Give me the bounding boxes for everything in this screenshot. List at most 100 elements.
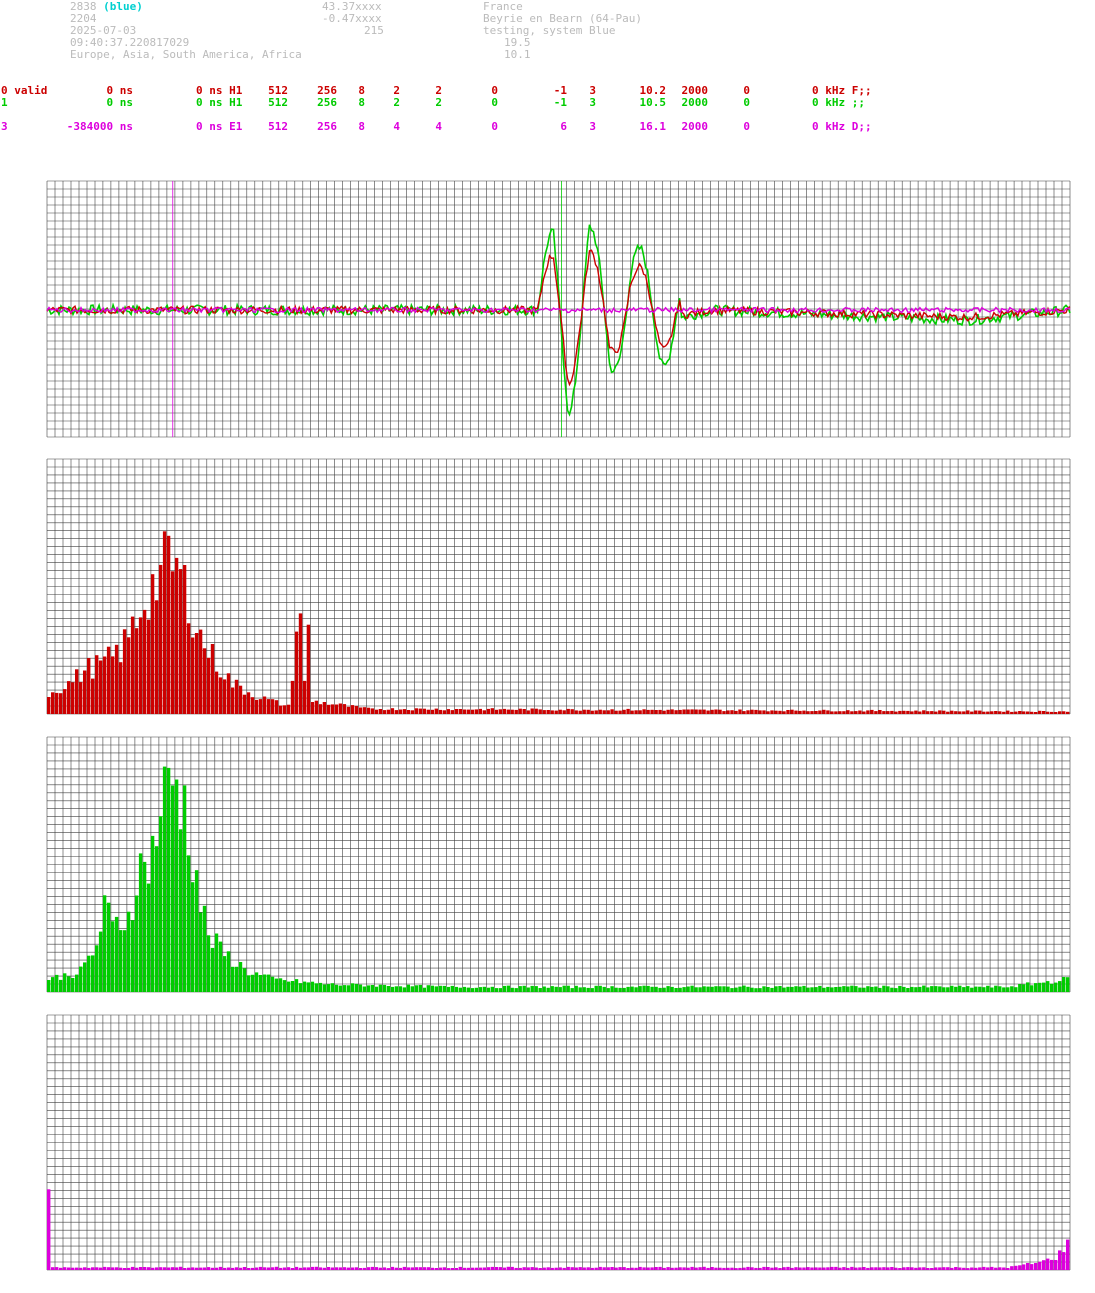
- bar-1-127: [554, 710, 558, 714]
- bar-3-45: [226, 1267, 231, 1270]
- bar-1-34: [182, 565, 187, 714]
- bar-2-17: [114, 916, 119, 992]
- bar-2-82: [374, 986, 379, 992]
- bar-3-198: [838, 1267, 842, 1270]
- bar-1-29: [162, 531, 167, 714]
- bar-1-214: [902, 710, 906, 714]
- bar-2-91: [410, 986, 414, 992]
- bar-1-184: [782, 711, 786, 714]
- bar-3-116: [510, 1266, 514, 1270]
- bar-2-238: [998, 986, 1002, 992]
- bar-3-176: [750, 1267, 754, 1270]
- bar-3-76: [350, 1267, 355, 1270]
- bar-1-60: [286, 704, 291, 714]
- bar-2-181: [770, 987, 774, 992]
- bar-3-150: [646, 1267, 650, 1270]
- bar-3-213: [898, 1268, 902, 1270]
- bar-3-120: [526, 1267, 530, 1270]
- bar-2-77: [354, 983, 359, 992]
- bar-2-31: [170, 785, 175, 992]
- bar-3-113: [498, 1267, 502, 1270]
- bar-1-15: [106, 646, 111, 714]
- bar-1-49: [242, 694, 247, 714]
- bar-1-192: [814, 711, 818, 714]
- bar-1-17: [114, 644, 119, 714]
- bar-1-180: [766, 711, 770, 714]
- bar-3-195: [826, 1267, 830, 1270]
- bar-1-193: [818, 710, 822, 714]
- bar-3-41: [210, 1267, 215, 1270]
- bar-3-231: [970, 1267, 974, 1270]
- bar-2-48: [238, 962, 243, 992]
- bar-2-110: [486, 987, 490, 992]
- bar-3-215: [906, 1267, 910, 1270]
- bar-3-65: [306, 1267, 311, 1270]
- bar-2-138: [598, 985, 602, 992]
- bar-2-116: [510, 987, 514, 992]
- bar-3-43: [218, 1266, 223, 1270]
- bar-2-178: [758, 988, 762, 992]
- bar-3-53: [258, 1266, 263, 1270]
- bar-2-144: [622, 987, 626, 992]
- bar-2-0: [47, 980, 51, 992]
- bar-1-241: [1010, 711, 1014, 714]
- bar-3-47: [234, 1267, 239, 1270]
- bar-1-120: [526, 710, 530, 714]
- bar-2-45: [226, 951, 231, 992]
- bar-1-143: [618, 710, 622, 714]
- bar-2-99: [442, 985, 446, 992]
- bar-1-88: [398, 709, 403, 714]
- bar-2-201: [850, 985, 854, 992]
- bar-1-142: [614, 710, 618, 714]
- bar-3-125: [546, 1267, 550, 1270]
- bar-2-128: [558, 987, 562, 992]
- bar-1-46: [230, 687, 235, 714]
- bar-3-216: [910, 1267, 914, 1270]
- bar-3-233: [978, 1267, 982, 1270]
- bar-1-144: [622, 709, 626, 714]
- bar-3-128: [558, 1267, 562, 1270]
- bar-1-147: [634, 710, 638, 714]
- bar-3-33: [178, 1266, 183, 1270]
- bar-3-74: [342, 1267, 347, 1270]
- bar-2-78: [358, 984, 363, 992]
- bar-1-223: [938, 710, 942, 714]
- bar-2-68: [318, 982, 323, 992]
- bar-2-192: [814, 987, 818, 992]
- bar-3-140: [606, 1267, 610, 1270]
- bar-2-63: [298, 983, 303, 992]
- bar-1-6: [71, 682, 75, 714]
- bar-1-155: [666, 709, 670, 714]
- bar-3-157: [674, 1267, 678, 1270]
- bar-2-95: [426, 985, 430, 992]
- bar-3-123: [538, 1268, 542, 1270]
- bar-3-167: [714, 1267, 718, 1270]
- bar-3-194: [822, 1267, 826, 1270]
- bar-3-208: [878, 1267, 882, 1270]
- bar-2-232: [974, 986, 978, 992]
- bar-1-7: [75, 669, 79, 714]
- bar-2-169: [722, 986, 726, 992]
- bar-3-6: [71, 1267, 75, 1270]
- bar-3-58: [278, 1267, 283, 1270]
- bar-3-63: [298, 1267, 303, 1270]
- bar-2-191: [810, 987, 814, 992]
- bar-3-177: [754, 1267, 758, 1270]
- bar-2-158: [678, 987, 682, 992]
- bar-3-44: [222, 1267, 227, 1270]
- bar-1-56: [270, 699, 275, 714]
- bar-2-229: [962, 987, 966, 992]
- bar-2-56: [270, 976, 275, 992]
- bar-1-111: [490, 708, 494, 714]
- bar-1-175: [746, 710, 750, 714]
- bar-2-154: [662, 987, 666, 992]
- bar-2-125: [546, 987, 550, 992]
- bar-1-171: [730, 710, 734, 714]
- bar-2-218: [918, 986, 922, 992]
- bar-3-1: [51, 1267, 55, 1270]
- bar-3-171: [730, 1267, 734, 1270]
- bar-1-238: [998, 711, 1002, 714]
- bar-2-67: [314, 983, 319, 992]
- bar-2-92: [414, 985, 418, 992]
- bar-3-139: [602, 1267, 606, 1270]
